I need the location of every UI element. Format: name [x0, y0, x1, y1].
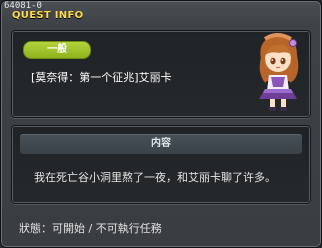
quest-name: [莫奈得：第一个征兆]艾丽卡	[31, 71, 172, 84]
npc-portrait-icon	[259, 33, 299, 111]
window-title: QUEST INFO	[12, 10, 84, 21]
quest-status: 狀態：可開始 / 不可執行任務	[19, 222, 162, 235]
quest-description: 我在死亡谷小洞里熬了一夜，和艾丽卡聊了许多。	[34, 171, 276, 184]
quest-category-badge: 一般	[23, 41, 91, 59]
title-bar[interactable]: 64081-0 QUEST INFO	[1, 1, 321, 25]
quest-summary-panel: 一般 [莫奈得：第一个征兆]艾丽卡	[11, 30, 311, 118]
details-header: 内容	[20, 134, 302, 154]
quest-details-panel: 内容 我在死亡谷小洞里熬了一夜，和艾丽卡聊了许多。	[11, 125, 311, 204]
quest-info-window: 64081-0 QUEST INFO 一般 [莫奈得：第一个征兆]艾丽卡 内容 …	[0, 0, 322, 248]
